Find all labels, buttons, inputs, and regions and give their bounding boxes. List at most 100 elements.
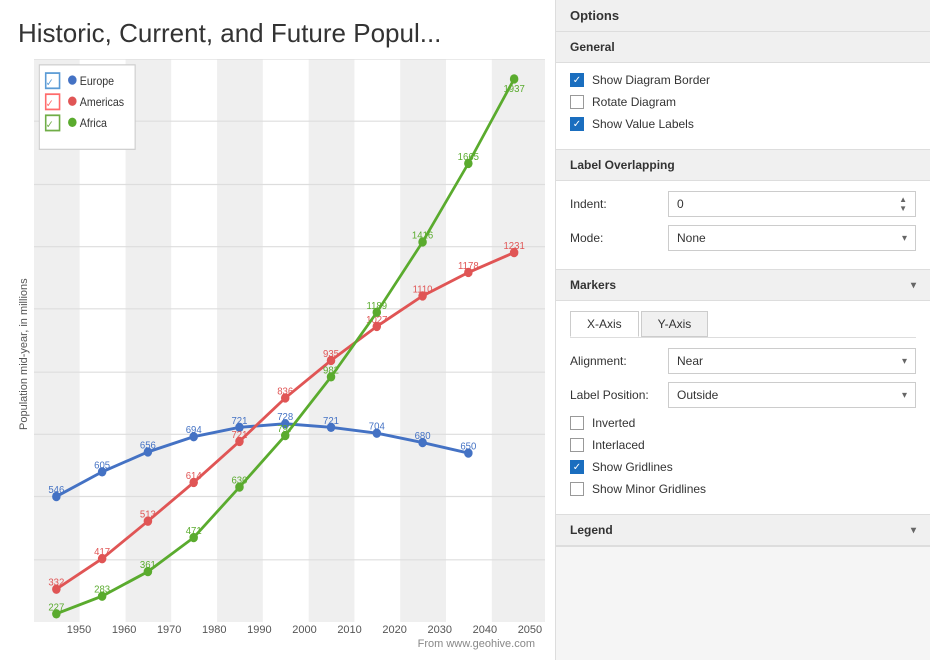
chart-area: Population mid-year, in millions bbox=[18, 59, 545, 650]
svg-text:1110: 1110 bbox=[413, 284, 433, 296]
mode-chevron: ▾ bbox=[902, 233, 907, 244]
x-label-2050: 2050 bbox=[515, 624, 545, 636]
svg-text:1189: 1189 bbox=[366, 300, 387, 312]
svg-text:614: 614 bbox=[186, 471, 202, 483]
rotate-diagram-row[interactable]: Rotate Diagram bbox=[570, 95, 916, 109]
markers-section: Markers ▾ X-Axis Y-Axis Alignment: Near … bbox=[556, 270, 930, 515]
svg-text:680: 680 bbox=[415, 431, 431, 443]
svg-text:1231: 1231 bbox=[503, 241, 525, 253]
svg-text:836: 836 bbox=[277, 386, 293, 398]
show-minor-gridlines-row[interactable]: Show Minor Gridlines bbox=[570, 482, 916, 496]
markers-title: Markers bbox=[570, 278, 616, 292]
svg-text:656: 656 bbox=[140, 440, 156, 452]
indent-row: Indent: 0 ▲ ▼ bbox=[570, 191, 916, 217]
show-value-labels-checkbox[interactable] bbox=[570, 117, 584, 131]
svg-text:471: 471 bbox=[186, 526, 202, 538]
svg-text:✓: ✓ bbox=[46, 99, 54, 111]
chart-source: From www.geohive.com bbox=[34, 638, 545, 650]
options-header: Options bbox=[556, 0, 930, 32]
label-overlapping-body: Indent: 0 ▲ ▼ Mode: None ▾ bbox=[556, 181, 930, 269]
alignment-row: Alignment: Near ▾ bbox=[570, 348, 916, 374]
interlaced-label: Interlaced bbox=[592, 438, 645, 452]
svg-text:721: 721 bbox=[231, 429, 247, 441]
interlaced-checkbox[interactable] bbox=[570, 438, 584, 452]
svg-text:361: 361 bbox=[140, 560, 156, 572]
label-position-label: Label Position: bbox=[570, 388, 660, 402]
svg-text:Europe: Europe bbox=[80, 75, 114, 88]
show-diagram-border-row[interactable]: Show Diagram Border bbox=[570, 73, 916, 87]
show-minor-gridlines-checkbox[interactable] bbox=[570, 482, 584, 496]
x-label-2010: 2010 bbox=[335, 624, 365, 636]
general-section-body: Show Diagram Border Rotate Diagram Show … bbox=[556, 63, 930, 149]
svg-text:797: 797 bbox=[277, 424, 293, 436]
svg-text:630: 630 bbox=[231, 475, 247, 487]
mode-select[interactable]: None ▾ bbox=[668, 225, 916, 251]
label-position-row: Label Position: Outside ▾ bbox=[570, 382, 916, 408]
svg-text:1665: 1665 bbox=[458, 151, 480, 163]
svg-text:✓: ✓ bbox=[46, 120, 54, 132]
x-axis-labels: 1950 1960 1970 1980 1990 2000 2010 2020 … bbox=[34, 622, 545, 636]
show-gridlines-label: Show Gridlines bbox=[592, 460, 673, 474]
show-gridlines-checkbox[interactable] bbox=[570, 460, 584, 474]
x-label-1970: 1970 bbox=[154, 624, 184, 636]
legend-chevron: ▾ bbox=[911, 525, 916, 536]
svg-text:982: 982 bbox=[323, 365, 339, 377]
svg-text:546: 546 bbox=[48, 485, 64, 497]
options-panel: Options General Show Diagram Border Rota… bbox=[555, 0, 930, 660]
svg-text:728: 728 bbox=[277, 412, 293, 424]
svg-text:704: 704 bbox=[369, 421, 385, 433]
indent-arrows[interactable]: ▲ ▼ bbox=[899, 195, 907, 213]
markers-body: X-Axis Y-Axis Alignment: Near ▾ Label Po… bbox=[556, 301, 930, 514]
svg-text:227: 227 bbox=[48, 602, 64, 614]
mode-row: Mode: None ▾ bbox=[570, 225, 916, 251]
show-gridlines-row[interactable]: Show Gridlines bbox=[570, 460, 916, 474]
general-section-header: General bbox=[556, 32, 930, 63]
label-position-chevron: ▾ bbox=[902, 390, 907, 401]
x-axis-tab[interactable]: X-Axis bbox=[570, 311, 639, 337]
y-axis-tab[interactable]: Y-Axis bbox=[641, 311, 709, 337]
x-label-1980: 1980 bbox=[199, 624, 229, 636]
svg-text:417: 417 bbox=[94, 547, 110, 559]
options-content[interactable]: General Show Diagram Border Rotate Diagr… bbox=[556, 32, 930, 660]
markers-chevron: ▾ bbox=[911, 280, 916, 291]
alignment-chevron: ▾ bbox=[902, 356, 907, 367]
svg-text:513: 513 bbox=[140, 509, 156, 521]
indent-label: Indent: bbox=[570, 197, 660, 211]
interlaced-row[interactable]: Interlaced bbox=[570, 438, 916, 452]
svg-text:650: 650 bbox=[460, 441, 476, 453]
x-label-1990: 1990 bbox=[244, 624, 274, 636]
inverted-checkbox[interactable] bbox=[570, 416, 584, 430]
indent-value: 0 bbox=[677, 197, 684, 211]
legend-section: Legend ▾ bbox=[556, 515, 930, 547]
indent-input[interactable]: 0 ▲ ▼ bbox=[668, 191, 916, 217]
alignment-label: Alignment: bbox=[570, 354, 660, 368]
x-label-1960: 1960 bbox=[109, 624, 139, 636]
legend-title: Legend bbox=[570, 523, 613, 537]
inverted-row[interactable]: Inverted bbox=[570, 416, 916, 430]
mode-value: None bbox=[677, 231, 706, 245]
show-diagram-border-checkbox[interactable] bbox=[570, 73, 584, 87]
show-value-labels-label: Show Value Labels bbox=[592, 117, 694, 131]
svg-text:1416: 1416 bbox=[412, 230, 434, 242]
general-section: General Show Diagram Border Rotate Diagr… bbox=[556, 32, 930, 150]
show-value-labels-row[interactable]: Show Value Labels bbox=[570, 117, 916, 131]
svg-text:721: 721 bbox=[323, 415, 339, 427]
chart-inner: 400 600 800 1000 1200 1400 1600 1800 200… bbox=[34, 59, 545, 650]
svg-text:1178: 1178 bbox=[458, 261, 479, 273]
alignment-select[interactable]: Near ▾ bbox=[668, 348, 916, 374]
svg-text:✓: ✓ bbox=[46, 78, 54, 90]
y-axis-label: Population mid-year, in millions bbox=[18, 59, 30, 650]
x-label-2000: 2000 bbox=[289, 624, 319, 636]
chart-svg: 400 600 800 1000 1200 1400 1600 1800 200… bbox=[34, 59, 545, 622]
rotate-diagram-checkbox[interactable] bbox=[570, 95, 584, 109]
alignment-value: Near bbox=[677, 354, 703, 368]
axis-tabs: X-Axis Y-Axis bbox=[570, 311, 916, 338]
svg-text:332: 332 bbox=[48, 577, 64, 589]
markers-header[interactable]: Markers ▾ bbox=[556, 270, 930, 301]
svg-text:Africa: Africa bbox=[80, 118, 108, 131]
general-title: General bbox=[570, 40, 615, 54]
legend-header[interactable]: Legend ▾ bbox=[556, 515, 930, 546]
label-position-select[interactable]: Outside ▾ bbox=[668, 382, 916, 408]
inverted-label: Inverted bbox=[592, 416, 635, 430]
label-position-value: Outside bbox=[677, 388, 718, 402]
